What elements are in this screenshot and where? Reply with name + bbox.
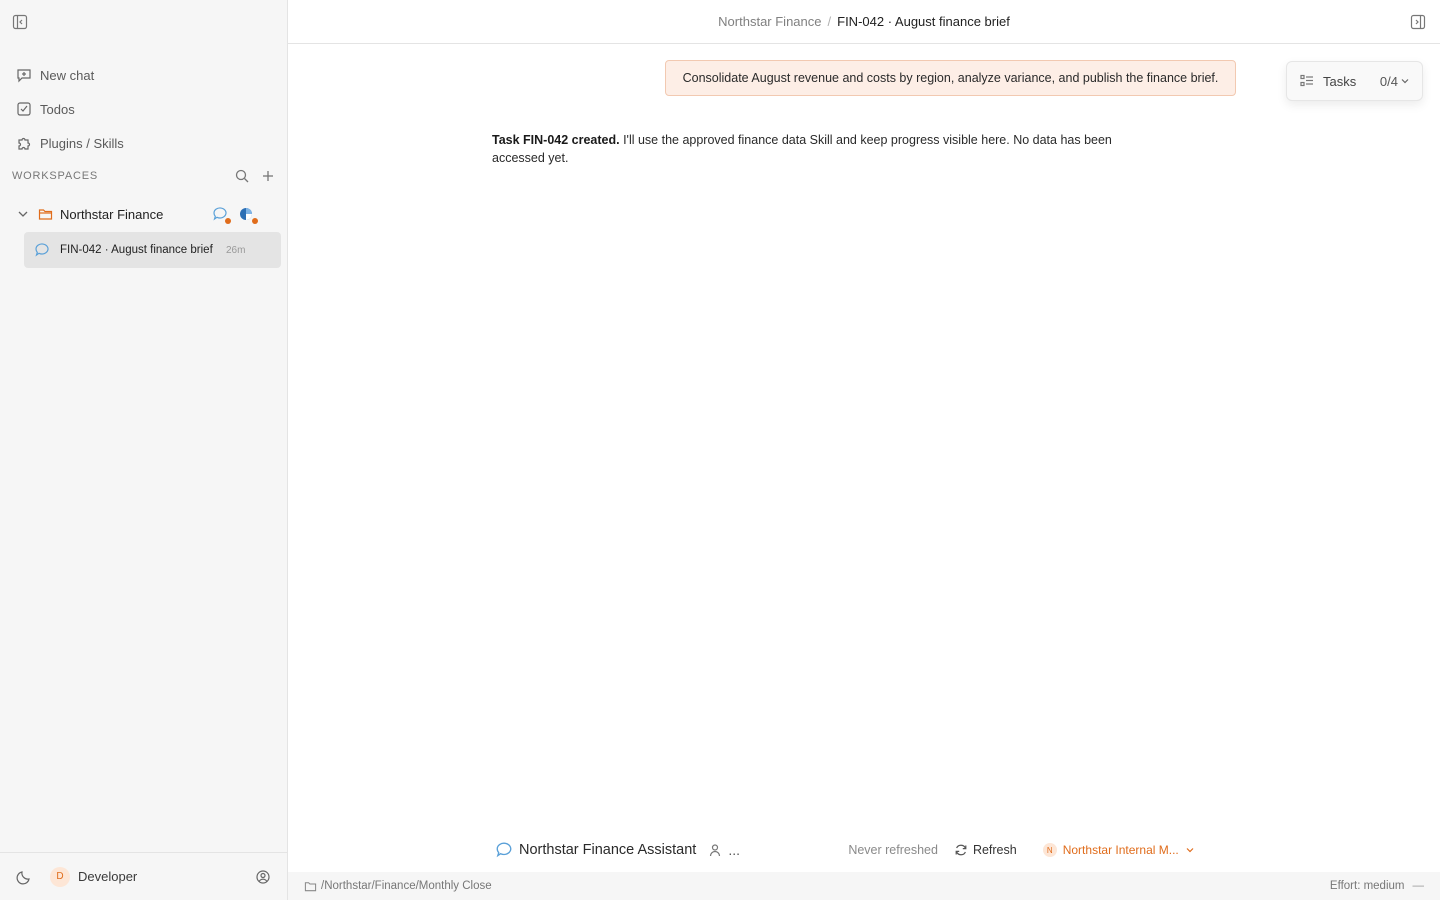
right-panel-toggle-icon[interactable] — [1410, 14, 1426, 30]
tasks-dropdown[interactable]: Tasks 0/4 — [1286, 61, 1423, 101]
assistant-name[interactable]: Northstar Finance Assistant — [519, 842, 696, 858]
chat-item-label: FIN-042 · August finance brief — [60, 244, 213, 256]
refresh-button[interactable]: Refresh — [973, 843, 1017, 857]
tasks-label: Tasks — [1323, 73, 1357, 89]
assistant-message: Task FIN-042 created. I'll use the appro… — [492, 131, 1152, 167]
new-chat-icon — [16, 67, 32, 83]
status-bar: /Northstar/Finance/Monthly Close Effort:… — [288, 872, 1440, 900]
person-icon[interactable] — [708, 843, 722, 857]
sidebar-nav: New chat Todos Plugins / Skills — [16, 58, 272, 160]
composer-bar: Northstar Finance Assistant ... Never re… — [495, 838, 1235, 862]
search-icon[interactable] — [234, 168, 250, 184]
refresh-icon[interactable] — [954, 843, 968, 857]
breadcrumb-current: FIN-042 · August finance brief — [837, 14, 1010, 29]
workspace-row[interactable]: Northstar Finance — [16, 202, 280, 226]
user-name[interactable]: Developer — [78, 869, 255, 884]
workspaces-header: WORKSPACES — [12, 168, 276, 184]
assistant-message-bold: Task FIN-042 created. — [492, 133, 620, 147]
nav-plugins-label: Plugins / Skills — [40, 135, 124, 151]
more-button[interactable]: ... — [728, 842, 848, 858]
moon-icon[interactable] — [16, 869, 32, 885]
chevron-down-icon[interactable] — [1185, 845, 1195, 855]
pie-chart-icon — [238, 206, 258, 224]
effort-level[interactable]: Effort: medium — [1330, 880, 1405, 892]
breadcrumb-parent[interactable]: Northstar Finance — [718, 14, 821, 29]
sidebar-toggle-icon[interactable] — [12, 14, 28, 30]
chat-bubble-icon — [34, 242, 50, 258]
workspaces-title: WORKSPACES — [12, 170, 99, 182]
user-settings-icon[interactable] — [255, 869, 271, 885]
chevron-down-icon — [1400, 76, 1410, 86]
nav-new-chat[interactable]: New chat — [16, 58, 272, 92]
nav-new-chat-label: New chat — [40, 67, 95, 83]
avatar[interactable]: D — [50, 866, 70, 887]
refresh-status: Never refreshed — [848, 843, 938, 857]
nav-todos[interactable]: Todos — [16, 92, 272, 126]
tasks-count: 0/4 — [1379, 73, 1398, 89]
sidebar-footer: D Developer — [0, 852, 287, 900]
effort-dash: — — [1412, 880, 1425, 892]
chat-item-fin-042[interactable]: FIN-042 · August finance brief 26m — [24, 232, 281, 268]
folder-icon — [304, 880, 317, 893]
chat-status-icon — [212, 206, 231, 224]
model-badge: N — [1042, 843, 1057, 857]
sidebar: New chat Todos Plugins / Skills WORKSPAC… — [0, 0, 288, 900]
breadcrumb: Northstar Finance / FIN-042 · August finan… — [288, 14, 1440, 29]
nav-plugins-skills[interactable]: Plugins / Skills — [16, 126, 272, 160]
user-message: Consolidate August revenue and costs by … — [665, 60, 1236, 96]
todos-icon — [16, 101, 32, 117]
chat-item-time: 26m — [226, 244, 246, 256]
folder-open-icon — [38, 206, 54, 222]
working-directory[interactable]: /Northstar/Finance/Monthly Close — [321, 880, 1330, 892]
assistant-chat-icon — [495, 841, 513, 859]
chevron-down-icon[interactable] — [16, 207, 30, 221]
status-dot — [225, 218, 231, 224]
status-dot — [252, 218, 258, 224]
task-list-icon — [1299, 73, 1315, 89]
top-bar: Northstar Finance / FIN-042 · August finan… — [288, 0, 1440, 44]
add-workspace-icon[interactable] — [260, 168, 276, 184]
puzzle-icon — [16, 135, 32, 151]
breadcrumb-separator: / — [827, 14, 832, 29]
nav-todos-label: Todos — [40, 101, 75, 117]
model-selector[interactable]: Northstar Internal M... — [1063, 843, 1179, 857]
workspace-name: Northstar Finance — [60, 206, 164, 222]
